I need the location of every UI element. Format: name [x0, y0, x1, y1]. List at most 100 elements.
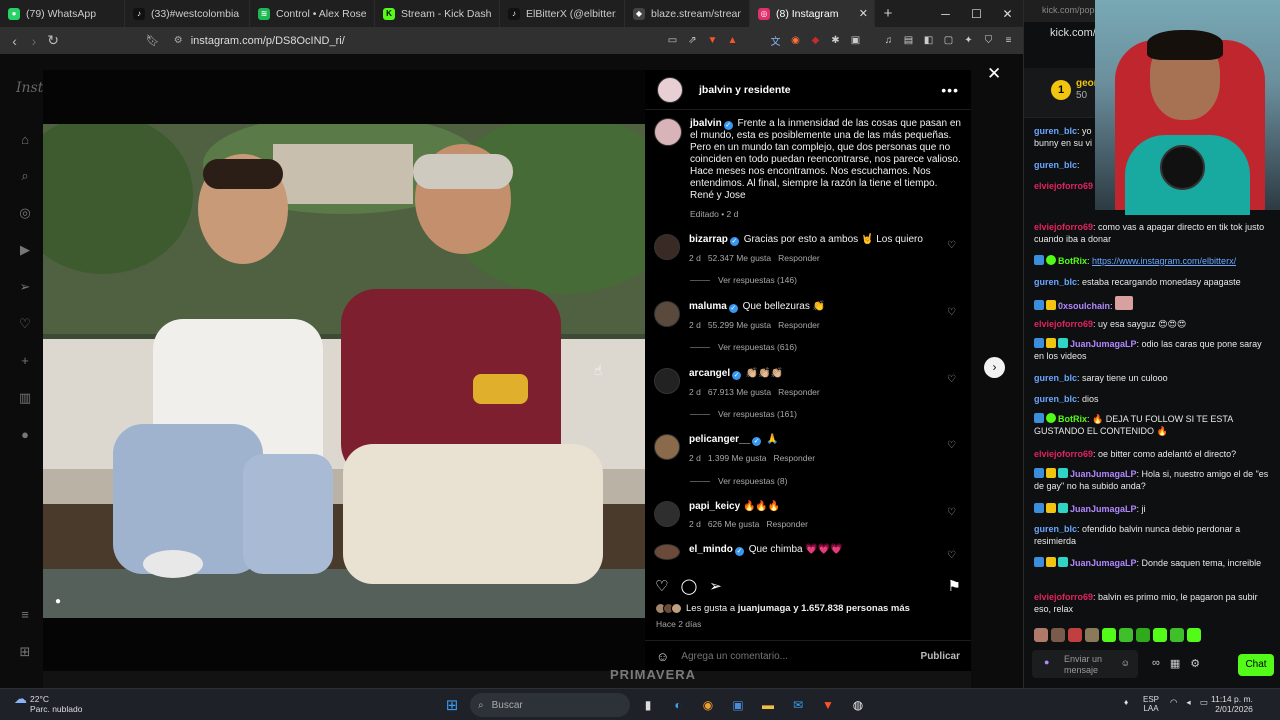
chat-username[interactable]: elviejoforro69	[1034, 181, 1093, 191]
view-replies-button[interactable]: Ver respuestas (8)	[690, 476, 787, 486]
site-info-icon[interactable]: ⚙	[174, 35, 183, 46]
vpn-icon[interactable]: ⛉	[980, 32, 997, 49]
cast-icon[interactable]: ▭	[664, 32, 681, 49]
reload-icon[interactable]: ↻	[45, 32, 62, 49]
brave-rewards-icon[interactable]: ▲	[724, 32, 741, 49]
like-comment-icon[interactable]: ♡	[947, 440, 956, 451]
caption-username[interactable]: jbalvin	[690, 118, 722, 129]
explore-icon[interactable]: ◎	[16, 205, 34, 223]
tab-instagram[interactable]: ◎ (8) Instagram ✕	[750, 0, 875, 27]
extension-box-icon[interactable]: ▣	[847, 32, 864, 49]
likes-count[interactable]: y 1.657.838 personas más	[793, 603, 910, 614]
avatar[interactable]	[657, 76, 683, 103]
emote[interactable]	[1119, 628, 1133, 642]
post-author[interactable]: jbalvin y residente	[699, 84, 791, 96]
chat-input[interactable]: ● Enviar un mensaje ☺	[1032, 650, 1138, 678]
avatar[interactable]	[654, 301, 680, 327]
chat-username[interactable]: elviejoforro69	[1034, 222, 1093, 232]
emote[interactable]	[1102, 628, 1116, 642]
like-comment-icon[interactable]: ♡	[947, 240, 956, 251]
chat-username[interactable]: JuanJumagaLP	[1070, 339, 1137, 349]
avatar[interactable]	[654, 501, 680, 527]
share-icon[interactable]: ⇗	[684, 32, 701, 49]
kicks-icon[interactable]: ∞	[1152, 657, 1160, 670]
avatar[interactable]	[654, 434, 680, 460]
tab-blaze[interactable]: ◆blaze.stream/stream-setti	[625, 0, 750, 27]
emote[interactable]	[1085, 628, 1099, 642]
maximize-icon[interactable]: ☐	[961, 7, 992, 21]
like-comment-icon[interactable]: ♡	[947, 550, 956, 561]
like-comment-icon[interactable]: ♡	[947, 307, 956, 318]
dashboard-icon[interactable]: ▥	[16, 390, 34, 408]
chat-username[interactable]: JuanJumagaLP	[1070, 504, 1137, 514]
likes-summary[interactable]: Les gusta a juanjumaga y 1.657.838 perso…	[655, 603, 910, 614]
reader-icon[interactable]: ▤	[900, 32, 917, 49]
gift-icon[interactable]: ▦	[1170, 657, 1180, 670]
task-view-icon[interactable]: ▮	[636, 693, 660, 717]
messages-icon[interactable]: ➢	[16, 279, 34, 297]
wallet-icon[interactable]: ▢	[940, 32, 957, 49]
view-replies-button[interactable]: Ver respuestas (161)	[690, 409, 797, 419]
extension-gem-icon[interactable]: ◆	[807, 32, 824, 49]
chat-username[interactable]: guren_blc	[1034, 126, 1077, 136]
comment-likes[interactable]: 67.913 Me gusta	[708, 387, 771, 397]
chat-username[interactable]: guren_blc	[1034, 277, 1077, 287]
tab-kick-dashboard[interactable]: KStream - Kick Dashbo	[375, 0, 500, 27]
profile-avatar-icon[interactable]: ●	[16, 427, 34, 445]
comment-likes[interactable]: 1.399 Me gusta	[708, 453, 767, 463]
reels-icon[interactable]: ▶	[16, 242, 34, 260]
file-explorer-icon[interactable]: ▬	[756, 693, 780, 717]
wifi-icon[interactable]: ◠	[1170, 697, 1177, 708]
close-modal-icon[interactable]: ✕	[987, 64, 1001, 84]
microphone-icon[interactable]: ●	[1044, 657, 1049, 668]
minimize-icon[interactable]: ─	[930, 7, 961, 21]
reply-button[interactable]: Responder	[766, 519, 808, 529]
more-options-icon[interactable]: •••	[941, 82, 959, 98]
comment-username[interactable]: maluma	[689, 301, 727, 312]
view-replies-button[interactable]: Ver respuestas (616)	[690, 342, 797, 352]
bookmark-icon[interactable]: 🔖︎	[146, 34, 160, 47]
comment-likes[interactable]: 55.299 Me gusta	[708, 320, 771, 330]
translate-icon[interactable]: 文	[767, 32, 784, 49]
comment-username[interactable]: pelicanger__	[689, 434, 750, 445]
like-comment-icon[interactable]: ♡	[947, 374, 956, 385]
tab-whatsapp[interactable]: ● (79) WhatsApp	[0, 0, 125, 27]
volume-icon[interactable]: ◂	[1186, 697, 1190, 708]
emote[interactable]	[1187, 628, 1201, 642]
send-chat-button[interactable]: Chat	[1238, 654, 1274, 676]
chat-username[interactable]: guren_blc	[1034, 524, 1077, 534]
chat-username[interactable]: guren_blc	[1034, 373, 1077, 383]
language-indicator[interactable]: ESP LAA	[1143, 695, 1159, 713]
post-photo[interactable]: ●	[43, 70, 645, 671]
next-post-button[interactable]: ›	[984, 357, 1005, 378]
emote[interactable]	[1051, 628, 1065, 642]
chat-username[interactable]: elviejoforro69	[1034, 449, 1093, 459]
tab-spotify[interactable]: ≋Control • Alex Rose, D	[250, 0, 375, 27]
new-tab-button[interactable]: +	[875, 5, 901, 22]
comment-username[interactable]: arcangel	[689, 368, 730, 379]
weather-widget[interactable]: ☁ 22°C Parc. nublado	[14, 692, 82, 714]
reply-button[interactable]: Responder	[778, 320, 820, 330]
avatar[interactable]	[654, 118, 682, 146]
chrome-icon[interactable]: ◉	[696, 693, 720, 717]
close-tab-icon[interactable]: ✕	[859, 7, 868, 20]
emoji-icon[interactable]: ☺	[656, 649, 669, 664]
tag-user-icon[interactable]: ●	[55, 596, 61, 607]
chat-username[interactable]: elviejoforro69	[1034, 319, 1093, 329]
chat-username[interactable]: BotRix	[1058, 414, 1087, 424]
chat-username[interactable]: guren_blc	[1034, 394, 1077, 404]
emote[interactable]	[1068, 628, 1082, 642]
home-icon[interactable]: ⌂	[16, 132, 34, 150]
emote[interactable]	[1034, 628, 1048, 642]
battery-icon[interactable]: ▭	[1200, 697, 1208, 708]
brave-shield-icon[interactable]: ▼	[704, 32, 721, 49]
sidebar-icon[interactable]: ◧	[920, 32, 937, 49]
microphone-tray-icon[interactable]: ♦	[1124, 697, 1128, 707]
avatar[interactable]	[654, 368, 680, 394]
search-icon[interactable]: ⌕	[16, 168, 34, 186]
chat-username[interactable]: elviejoforro69	[1034, 592, 1093, 602]
store-icon[interactable]: ▣	[726, 693, 750, 717]
comment-username[interactable]: el_mindo	[689, 544, 733, 555]
likes-username[interactable]: juanjumaga	[738, 603, 791, 614]
taskbar-search[interactable]: ⌕ Buscar	[470, 693, 630, 717]
